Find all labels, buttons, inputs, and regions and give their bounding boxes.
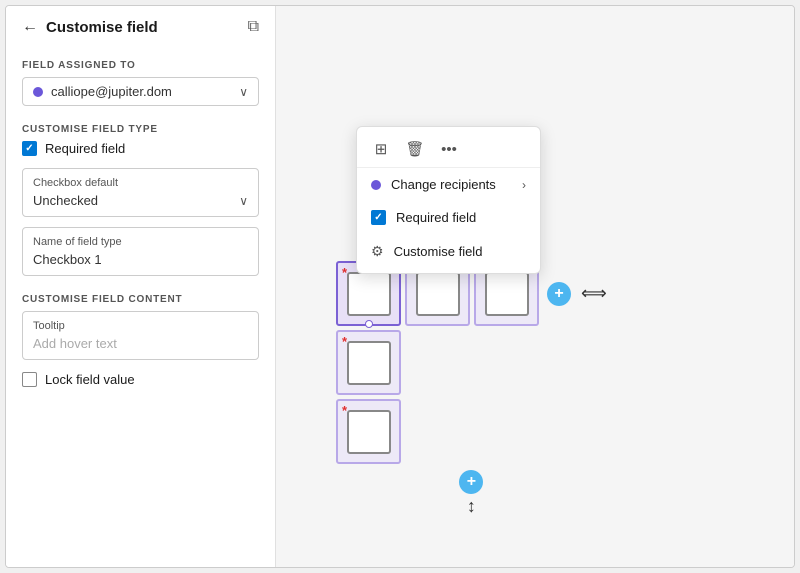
back-header[interactable]: ← Customise field ⧉: [22, 18, 259, 36]
lock-field-row[interactable]: Lock field value: [22, 372, 259, 387]
resize-handle-1-1[interactable]: [365, 320, 373, 328]
required-star-1-1: *: [342, 265, 347, 280]
required-star-2-1: *: [342, 334, 347, 349]
grid-icon[interactable]: ⊞: [369, 137, 393, 161]
checkbox-default-select[interactable]: Unchecked ∨: [33, 193, 248, 208]
field-box-inner-1-3: [485, 272, 529, 316]
field-box-inner-1-2: [416, 272, 460, 316]
resize-horizontal-icon[interactable]: ⟺: [581, 283, 607, 304]
checkbox-default-group: Checkbox default Unchecked ∨: [22, 168, 259, 217]
fields-row-2: *: [336, 330, 607, 395]
checkbox-default-label: Checkbox default: [33, 177, 248, 189]
field-assigned-section-label: FIELD ASSIGNED TO: [22, 60, 259, 71]
customise-type-section-label: CUSTOMISE FIELD TYPE: [22, 124, 259, 135]
required-field-menu-label: Required field: [396, 210, 476, 225]
tooltip-field-group[interactable]: Tooltip Add hover text: [22, 311, 259, 360]
assigned-to-chevron-icon[interactable]: ∨: [239, 85, 248, 99]
copy-button[interactable]: ⧉: [248, 18, 259, 36]
panel-title: Customise field: [46, 19, 158, 36]
field-box-2-1[interactable]: *: [336, 330, 401, 395]
add-row-area: + ↕: [336, 470, 607, 517]
context-menu-toolbar: ⊞ 🗑 •••: [357, 131, 540, 168]
checkbox-default-chevron-icon[interactable]: ∨: [239, 194, 248, 208]
add-row-button[interactable]: +: [459, 470, 483, 494]
lock-field-label: Lock field value: [45, 372, 135, 387]
back-arrow-icon[interactable]: ←: [22, 18, 38, 36]
field-box-3-1[interactable]: *: [336, 399, 401, 464]
checkbox-default-value: Unchecked: [33, 193, 239, 208]
fields-row-3: *: [336, 399, 607, 464]
required-field-label: Required field: [45, 141, 125, 156]
field-box-inner-2-1: [347, 341, 391, 385]
customise-content-section-label: CUSTOMISE FIELD CONTENT: [22, 294, 259, 305]
context-menu: ⊞ 🗑 ••• Change recipients › Required fie…: [356, 126, 541, 274]
assigned-dot-icon: [33, 87, 43, 97]
resize-vertical-icon[interactable]: ↕: [467, 496, 476, 517]
customise-field-menu-label: Customise field: [394, 244, 483, 259]
name-field-type-group: Name of field type Checkbox 1: [22, 227, 259, 276]
change-recipients-chevron-icon: ›: [522, 178, 526, 192]
name-field-type-value: Checkbox 1: [33, 252, 248, 267]
required-star-3-1: *: [342, 403, 347, 418]
change-recipients-dot-icon: [371, 180, 381, 190]
field-box-inner-1-1: [347, 272, 391, 316]
tooltip-placeholder: Add hover text: [33, 336, 248, 351]
required-field-row[interactable]: Required field: [22, 141, 259, 156]
ellipsis-icon[interactable]: •••: [437, 137, 461, 161]
fields-container: * * * + ⟺: [336, 261, 607, 517]
change-recipients-label: Change recipients: [391, 177, 496, 192]
change-recipients-item[interactable]: Change recipients ›: [357, 168, 540, 201]
assigned-to-value: calliope@jupiter.dom: [51, 84, 239, 99]
app-window: ← Customise field ⧉ FIELD ASSIGNED TO ca…: [5, 5, 795, 568]
lock-field-checkbox[interactable]: [22, 372, 37, 387]
name-field-type-label: Name of field type: [33, 236, 248, 248]
sliders-icon: ⚙: [371, 243, 384, 260]
required-field-menu-checkbox[interactable]: [371, 210, 386, 225]
required-field-menu-item[interactable]: Required field: [357, 201, 540, 234]
required-field-checkbox[interactable]: [22, 141, 37, 156]
customise-field-menu-item[interactable]: ⚙ Customise field: [357, 234, 540, 269]
assigned-to-dropdown[interactable]: calliope@jupiter.dom ∨: [22, 77, 259, 106]
add-column-button[interactable]: +: [547, 282, 571, 306]
right-panel: ⊞ 🗑 ••• Change recipients › Required fie…: [276, 6, 794, 567]
tooltip-label: Tooltip: [33, 320, 248, 332]
trash-icon[interactable]: 🗑: [403, 137, 427, 161]
field-box-inner-3-1: [347, 410, 391, 454]
left-panel: ← Customise field ⧉ FIELD ASSIGNED TO ca…: [6, 6, 276, 567]
